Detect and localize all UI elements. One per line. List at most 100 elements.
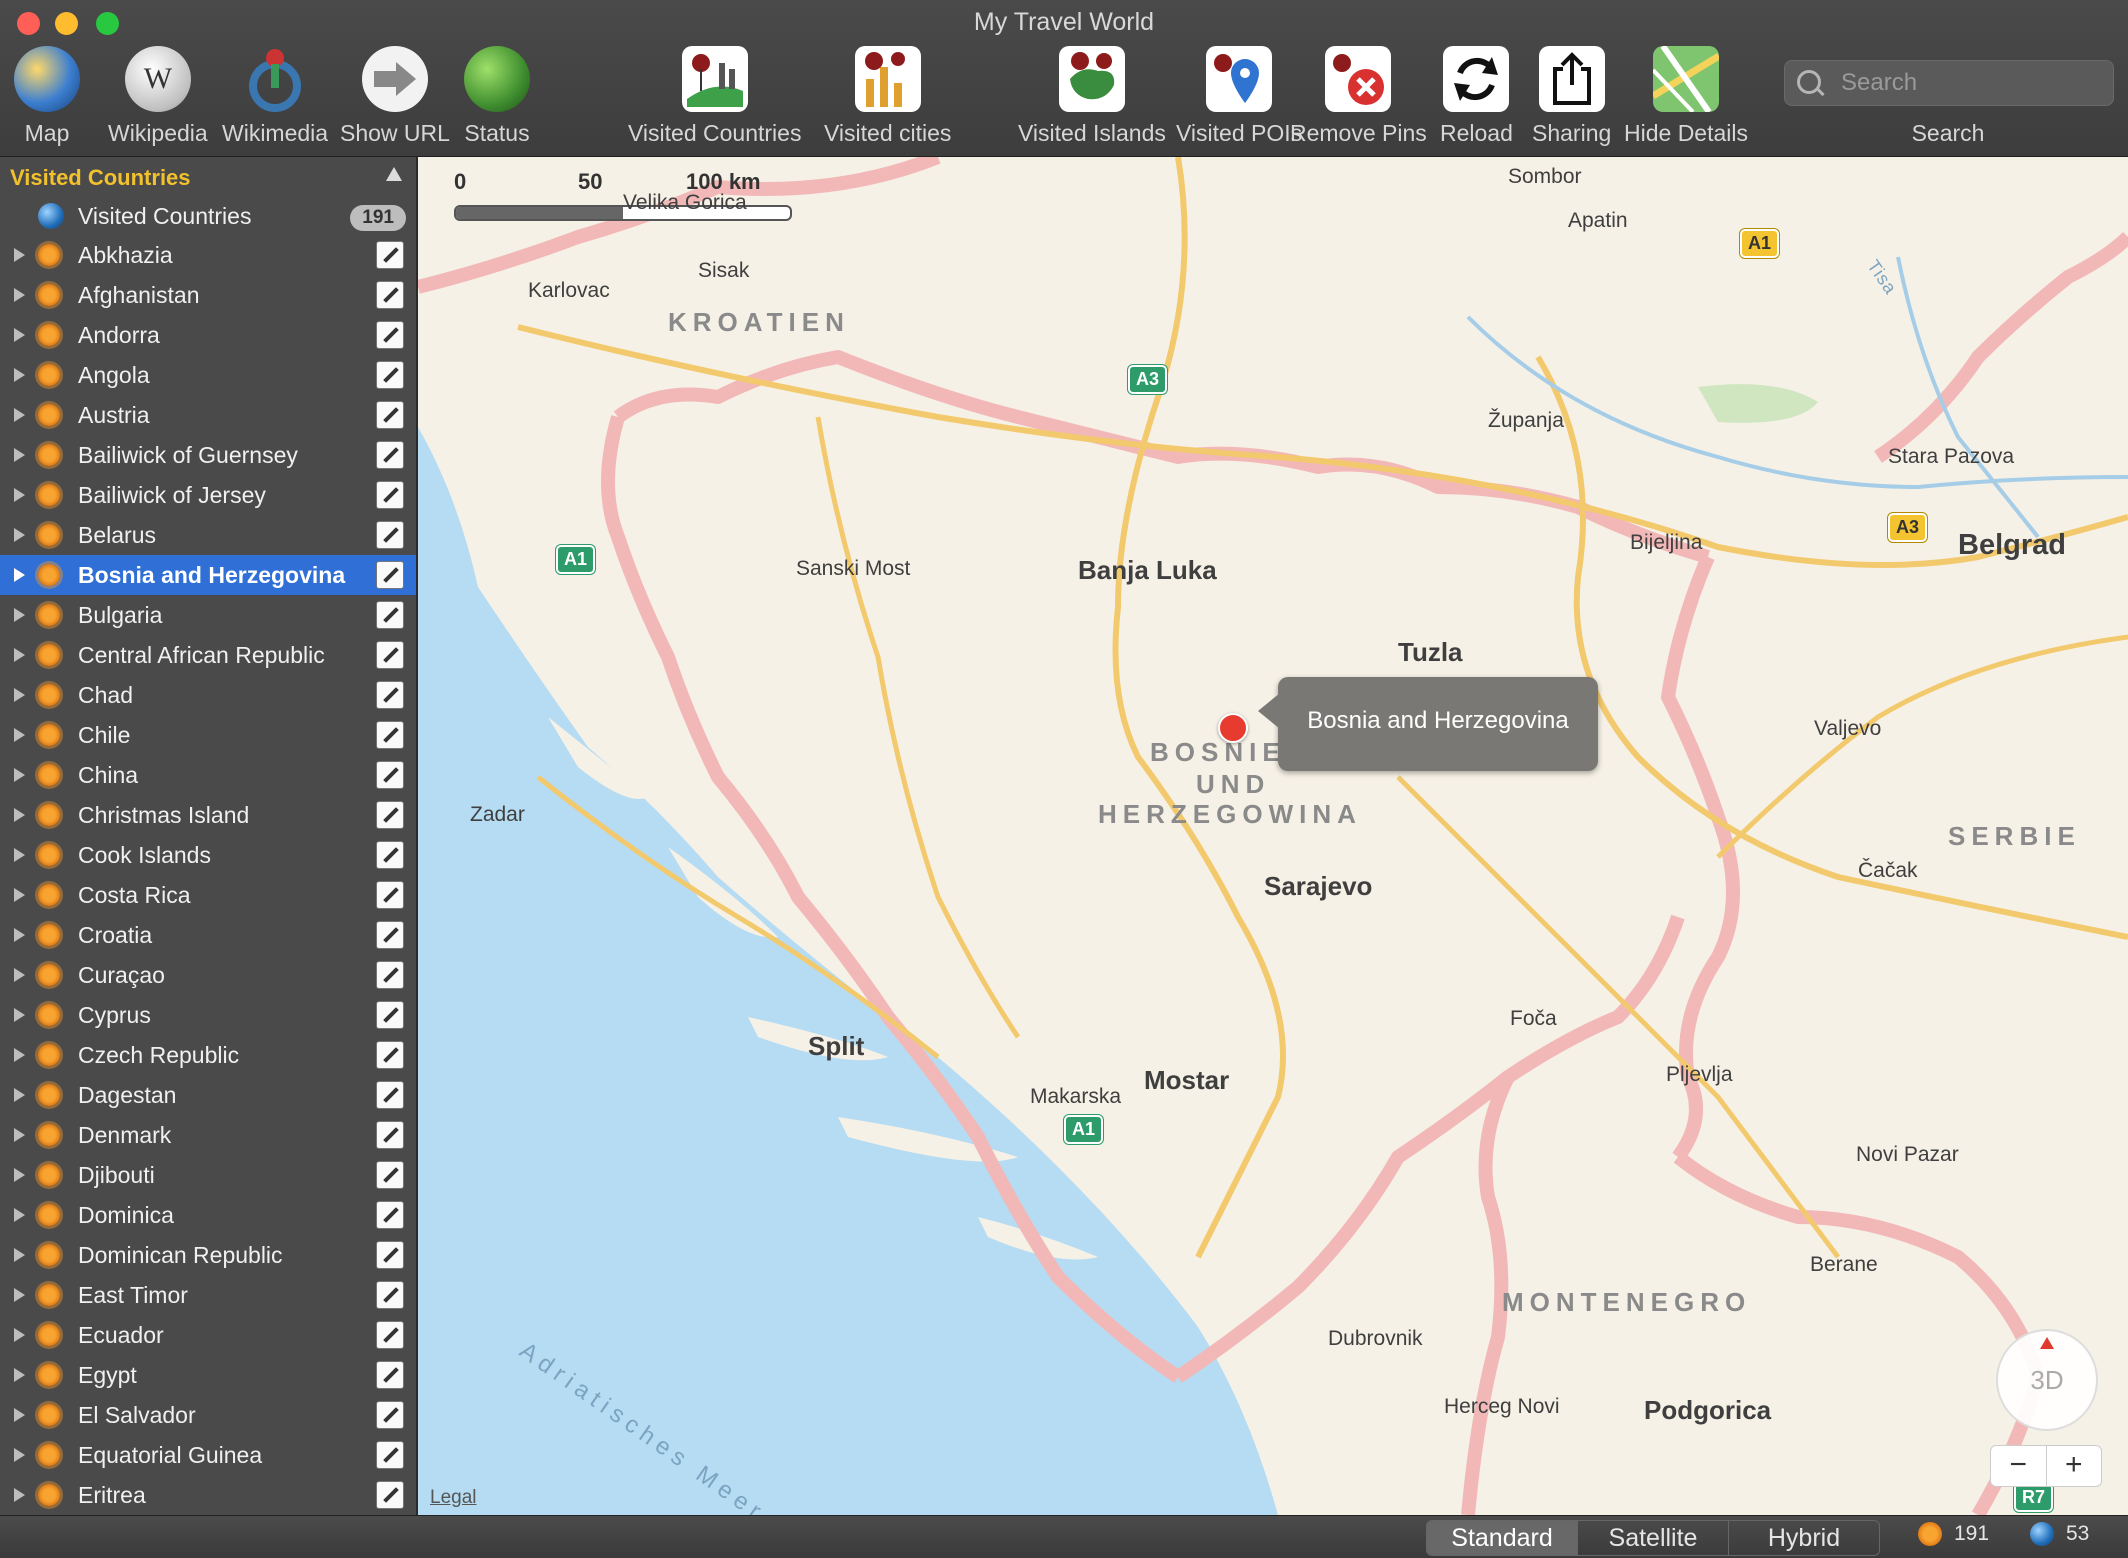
edit-icon[interactable]: [376, 681, 404, 709]
country-row[interactable]: Bailiwick of Guernsey: [0, 435, 416, 475]
country-row[interactable]: Djibouti: [0, 1155, 416, 1195]
disclosure-triangle-icon[interactable]: [14, 1448, 25, 1462]
disclosure-triangle-icon[interactable]: [14, 1008, 25, 1022]
country-row[interactable]: Dagestan: [0, 1075, 416, 1115]
disclosure-triangle-icon[interactable]: [14, 1168, 25, 1182]
search-field[interactable]: [1784, 60, 2114, 106]
disclosure-triangle-icon[interactable]: [14, 928, 25, 942]
collapse-triangle-icon[interactable]: [386, 167, 402, 181]
edit-icon[interactable]: [376, 1161, 404, 1189]
edit-icon[interactable]: [376, 641, 404, 669]
sidebar-total-row[interactable]: Visited Countries 191: [0, 197, 416, 235]
edit-icon[interactable]: [376, 1441, 404, 1469]
country-row[interactable]: Austria: [0, 395, 416, 435]
toolbar-wikimedia-button[interactable]: Wikimedia: [222, 46, 328, 147]
country-row[interactable]: Dominican Republic: [0, 1235, 416, 1275]
disclosure-triangle-icon[interactable]: [14, 1208, 25, 1222]
toolbar-sharing-button[interactable]: Sharing: [1532, 46, 1611, 147]
toolbar-visited-countries-button[interactable]: Visited Countries: [628, 46, 801, 147]
edit-icon[interactable]: [376, 241, 404, 269]
disclosure-triangle-icon[interactable]: [14, 648, 25, 662]
disclosure-triangle-icon[interactable]: [14, 1048, 25, 1062]
map-type-hybrid[interactable]: Hybrid: [1729, 1521, 1879, 1555]
country-row[interactable]: Bailiwick of Jersey: [0, 475, 416, 515]
edit-icon[interactable]: [376, 841, 404, 869]
disclosure-triangle-icon[interactable]: [14, 1368, 25, 1382]
country-row[interactable]: El Salvador: [0, 1395, 416, 1435]
disclosure-triangle-icon[interactable]: [14, 568, 25, 582]
country-row[interactable]: Czech Republic: [0, 1035, 416, 1075]
country-row[interactable]: Abkhazia: [0, 235, 416, 275]
country-row[interactable]: Bosnia and Herzegovina: [0, 555, 416, 595]
disclosure-triangle-icon[interactable]: [14, 688, 25, 702]
country-row[interactable]: Bulgaria: [0, 595, 416, 635]
disclosure-triangle-icon[interactable]: [14, 968, 25, 982]
edit-icon[interactable]: [376, 1401, 404, 1429]
disclosure-triangle-icon[interactable]: [14, 1328, 25, 1342]
disclosure-triangle-icon[interactable]: [14, 328, 25, 342]
edit-icon[interactable]: [376, 1201, 404, 1229]
disclosure-triangle-icon[interactable]: [14, 768, 25, 782]
legal-link[interactable]: Legal: [430, 1487, 477, 1509]
edit-icon[interactable]: [376, 281, 404, 309]
country-row[interactable]: China: [0, 755, 416, 795]
toolbar-status-button[interactable]: Status: [464, 46, 530, 147]
edit-icon[interactable]: [376, 1281, 404, 1309]
country-row[interactable]: Cyprus: [0, 995, 416, 1035]
country-row[interactable]: Eritrea: [0, 1475, 416, 1515]
edit-icon[interactable]: [376, 921, 404, 949]
map-type-satellite[interactable]: Satellite: [1578, 1521, 1729, 1555]
country-row[interactable]: Costa Rica: [0, 875, 416, 915]
edit-icon[interactable]: [376, 721, 404, 749]
disclosure-triangle-icon[interactable]: [14, 848, 25, 862]
edit-icon[interactable]: [376, 1241, 404, 1269]
country-row[interactable]: Croatia: [0, 915, 416, 955]
edit-icon[interactable]: [376, 1081, 404, 1109]
disclosure-triangle-icon[interactable]: [14, 1088, 25, 1102]
country-row[interactable]: Christmas Island: [0, 795, 416, 835]
disclosure-triangle-icon[interactable]: [14, 1488, 25, 1502]
country-row[interactable]: Central African Republic: [0, 635, 416, 675]
map-pin[interactable]: [1218, 713, 1248, 743]
disclosure-triangle-icon[interactable]: [14, 1408, 25, 1422]
country-row[interactable]: Chad: [0, 675, 416, 715]
country-row[interactable]: Angola: [0, 355, 416, 395]
zoom-out-button[interactable]: −: [1991, 1446, 2047, 1486]
country-row[interactable]: Cook Islands: [0, 835, 416, 875]
country-row[interactable]: Afghanistan: [0, 275, 416, 315]
edit-icon[interactable]: [376, 601, 404, 629]
disclosure-triangle-icon[interactable]: [14, 1288, 25, 1302]
compass-3d-control[interactable]: 3D: [1996, 1329, 2098, 1431]
toolbar-map-button[interactable]: Map: [14, 46, 80, 147]
edit-icon[interactable]: [376, 481, 404, 509]
disclosure-triangle-icon[interactable]: [14, 248, 25, 262]
country-row[interactable]: Egypt: [0, 1355, 416, 1395]
zoom-in-button[interactable]: +: [2047, 1446, 2102, 1486]
disclosure-triangle-icon[interactable]: [14, 808, 25, 822]
edit-icon[interactable]: [376, 1481, 404, 1509]
country-row[interactable]: Equatorial Guinea: [0, 1435, 416, 1475]
disclosure-triangle-icon[interactable]: [14, 608, 25, 622]
toolbar-visited-islands-button[interactable]: Visited Islands: [1018, 46, 1166, 147]
edit-icon[interactable]: [376, 321, 404, 349]
edit-icon[interactable]: [376, 1361, 404, 1389]
country-row[interactable]: Belarus: [0, 515, 416, 555]
map-view[interactable]: 0 50 100 km Sombor Apatin Velika Gorica …: [418, 157, 2128, 1515]
disclosure-triangle-icon[interactable]: [14, 728, 25, 742]
edit-icon[interactable]: [376, 801, 404, 829]
edit-icon[interactable]: [376, 441, 404, 469]
disclosure-triangle-icon[interactable]: [14, 408, 25, 422]
country-row[interactable]: Andorra: [0, 315, 416, 355]
edit-icon[interactable]: [376, 1041, 404, 1069]
country-row[interactable]: Dominica: [0, 1195, 416, 1235]
disclosure-triangle-icon[interactable]: [14, 288, 25, 302]
country-row[interactable]: Chile: [0, 715, 416, 755]
edit-icon[interactable]: [376, 561, 404, 589]
toolbar-visited-pois-button[interactable]: Visited POIs: [1176, 46, 1302, 147]
map-type-standard[interactable]: Standard: [1427, 1521, 1578, 1555]
edit-icon[interactable]: [376, 1121, 404, 1149]
toolbar-remove-pins-button[interactable]: Remove Pins: [1290, 46, 1427, 147]
edit-icon[interactable]: [376, 1321, 404, 1349]
disclosure-triangle-icon[interactable]: [14, 888, 25, 902]
edit-icon[interactable]: [376, 881, 404, 909]
